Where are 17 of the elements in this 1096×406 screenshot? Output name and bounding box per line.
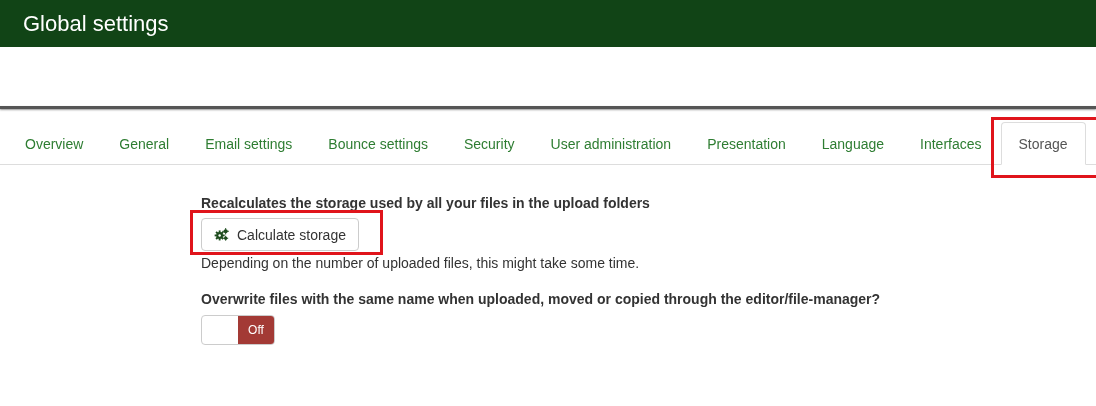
- setting-label: Overwrite files with the same name when uploaded, moved or copied through the editor/file-manager?: [201, 291, 882, 307]
- gears-icon: [214, 228, 229, 241]
- tab[interactable]: Presentation: [690, 122, 804, 165]
- tab[interactable]: Email settings: [188, 122, 311, 165]
- page-title: Global settings: [23, 10, 169, 37]
- tab[interactable]: Storage: [1000, 122, 1086, 165]
- calculate-storage-button[interactable]: Calculate storage: [201, 218, 359, 251]
- tab[interactable]: Overview: [8, 122, 102, 165]
- toggle-switch[interactable]: Off: [201, 315, 275, 345]
- tab[interactable]: Interfaces: [903, 122, 1000, 165]
- tab[interactable]: Security: [446, 122, 533, 165]
- section-heading: Recalculates the storage used by all your files in the upload folders: [201, 195, 651, 211]
- tab[interactable]: Bounce settings: [311, 122, 446, 165]
- tab[interactable]: User administration: [533, 122, 690, 165]
- tab[interactable]: Language: [804, 122, 903, 165]
- hint-text: Depending on the number of uploaded files, this might take some time.: [201, 255, 641, 271]
- tab[interactable]: General: [102, 122, 188, 165]
